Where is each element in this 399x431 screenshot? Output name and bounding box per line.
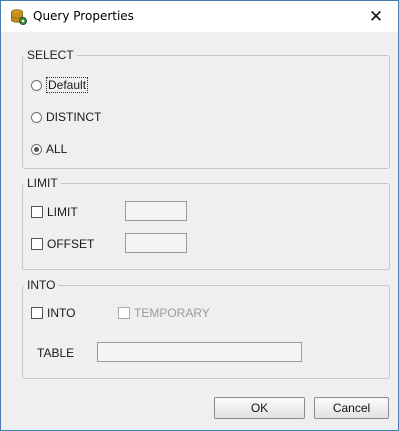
limit-checkbox-row[interactable]: LIMIT [31,203,78,221]
into-group-legend: INTO [27,278,56,292]
into-checkbox-label: INTO [47,306,76,320]
temporary-checkbox-row[interactable]: TEMPORARY [118,304,210,322]
radio-all[interactable]: ALL [31,140,67,158]
close-button[interactable]: ✕ [354,1,398,32]
database-gear-icon [11,9,27,25]
query-properties-dialog: Query Properties ✕ SELECT Default DISTIN… [0,0,399,431]
radio-default[interactable]: Default [31,76,89,94]
table-label-row: TABLE [37,344,74,362]
offset-checkbox[interactable] [31,238,43,250]
radio-all-label: ALL [46,142,68,156]
window-title: Query Properties [33,9,134,23]
offset-input[interactable] [125,233,187,253]
table-label: TABLE [37,346,75,360]
close-icon: ✕ [368,6,384,27]
offset-checkbox-label: OFFSET [47,237,95,251]
radio-default-button[interactable] [31,79,42,91]
limit-input[interactable] [125,201,187,221]
table-input[interactable] [97,342,302,362]
cancel-button[interactable]: Cancel [314,397,389,419]
ok-button[interactable]: OK [214,397,305,419]
radio-distinct-label: DISTINCT [46,110,102,124]
radio-default-label: Default [46,77,89,93]
limit-group: LIMIT [22,177,390,270]
title-bar[interactable]: Query Properties ✕ [1,1,398,32]
radio-all-button[interactable] [31,143,42,155]
into-group: INTO [22,279,390,379]
into-checkbox-row[interactable]: INTO [31,304,75,322]
radio-distinct[interactable]: DISTINCT [31,108,101,126]
radio-distinct-button[interactable] [31,111,42,123]
temporary-checkbox[interactable] [118,307,130,319]
temporary-checkbox-label: TEMPORARY [134,306,210,320]
limit-checkbox-label: LIMIT [47,205,78,219]
into-checkbox[interactable] [31,307,43,319]
select-group-legend: SELECT [27,48,74,62]
limit-group-legend: LIMIT [27,176,58,190]
limit-checkbox[interactable] [31,206,43,218]
offset-checkbox-row[interactable]: OFFSET [31,235,94,253]
